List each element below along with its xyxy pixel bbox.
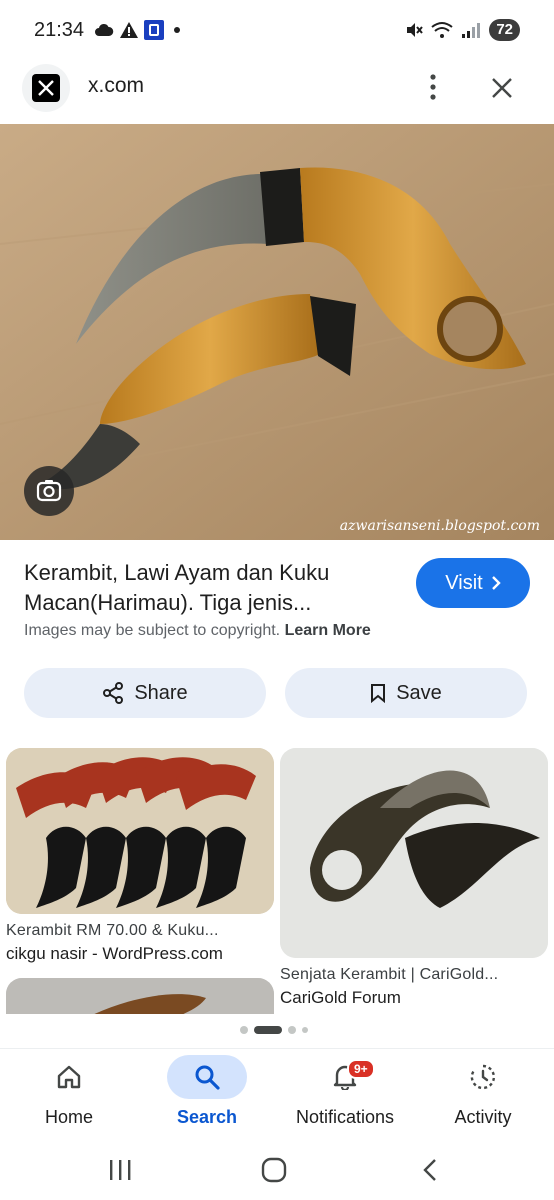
upper-ring	[437, 296, 503, 362]
nav-home[interactable]: Home	[4, 1055, 134, 1135]
home-icon	[29, 1055, 109, 1099]
share-label: Share	[134, 681, 188, 704]
bell-icon: 9+	[305, 1055, 385, 1099]
learn-more-link[interactable]: Learn More	[285, 622, 371, 639]
share-button[interactable]: Share	[24, 668, 266, 718]
battery-indicator: 72	[489, 19, 520, 41]
share-icon	[103, 682, 124, 704]
related-card[interactable]: Kerambit RM 70.00 & Kuku... cikgu nasir …	[6, 748, 274, 964]
nav-label: Notifications	[295, 1107, 395, 1127]
related-image[interactable]	[6, 748, 274, 914]
lens-search-icon[interactable]	[24, 466, 74, 516]
status-time: 21:34	[34, 19, 85, 41]
page-dot	[240, 1026, 248, 1034]
nav-notifications[interactable]: 9+ Notifications	[280, 1055, 410, 1135]
dot-icon	[174, 27, 180, 33]
image-watermark: azwarisanseni.blogspot.com	[339, 518, 540, 534]
related-title: Kerambit RM 70.00 & Kuku...	[6, 922, 219, 939]
top-app-bar: x.com	[0, 62, 554, 112]
warning-icon	[120, 22, 138, 38]
page-dot-active	[254, 1026, 282, 1034]
page-dot	[288, 1026, 296, 1034]
recent-apps-icon[interactable]	[100, 1150, 140, 1190]
nav-label: Home	[44, 1107, 93, 1127]
related-card-partial[interactable]	[6, 978, 274, 1014]
more-options-icon[interactable]	[418, 70, 448, 104]
main-image[interactable]: azwarisanseni.blogspot.com	[0, 124, 554, 540]
related-title: Senjata Kerambit | CariGold...	[280, 966, 499, 983]
x-logo-icon	[22, 64, 70, 112]
close-icon[interactable]	[484, 70, 520, 106]
copyright-notice: Images may be subject to copyright. Lear…	[24, 622, 371, 640]
nav-label: Activity	[454, 1107, 512, 1127]
bookmark-icon	[371, 684, 386, 703]
site-title[interactable]: x.com	[88, 74, 144, 98]
wifi-icon	[431, 22, 453, 38]
status-left-icons	[94, 20, 180, 40]
signal-icon	[462, 23, 481, 38]
activity-icon	[443, 1055, 523, 1099]
back-icon[interactable]	[410, 1150, 450, 1190]
system-navigation-bar	[0, 1140, 554, 1200]
cloud-icon	[95, 23, 114, 36]
search-icon	[167, 1055, 247, 1099]
related-source: cikgu nasir - WordPress.com	[6, 944, 223, 963]
notification-badge: 9+	[347, 1059, 375, 1079]
status-right-icons: 72	[405, 19, 520, 41]
chevron-right-icon	[491, 576, 501, 590]
related-card[interactable]: Senjata Kerambit | CariGold... CariGold …	[280, 748, 548, 1008]
visit-button[interactable]: Visit	[416, 558, 530, 608]
copyright-text: Images may be subject to copyright.	[24, 622, 281, 639]
nav-search[interactable]: Search	[142, 1055, 272, 1135]
bottom-navigation: Home Search 9+ Notifications Activity	[0, 1048, 554, 1140]
save-button[interactable]: Save	[285, 668, 527, 718]
mute-icon	[407, 23, 424, 37]
page-dot	[302, 1027, 308, 1033]
upper-collar	[260, 168, 304, 246]
nav-label: Search	[176, 1107, 238, 1127]
related-image[interactable]	[6, 978, 274, 1014]
app-notification-icon	[144, 20, 164, 40]
save-label: Save	[396, 681, 442, 704]
result-title[interactable]: Kerambit, Lawi Ayam dan Kuku Macan(Harim…	[24, 558, 394, 618]
related-image[interactable]	[280, 748, 548, 958]
nav-activity[interactable]: Activity	[418, 1055, 548, 1135]
visit-label: Visit	[445, 571, 483, 594]
related-source: CariGold Forum	[280, 988, 401, 1007]
page-indicator	[240, 1026, 308, 1034]
home-button-icon[interactable]	[254, 1150, 294, 1190]
status-bar: 21:34 72	[0, 0, 554, 62]
